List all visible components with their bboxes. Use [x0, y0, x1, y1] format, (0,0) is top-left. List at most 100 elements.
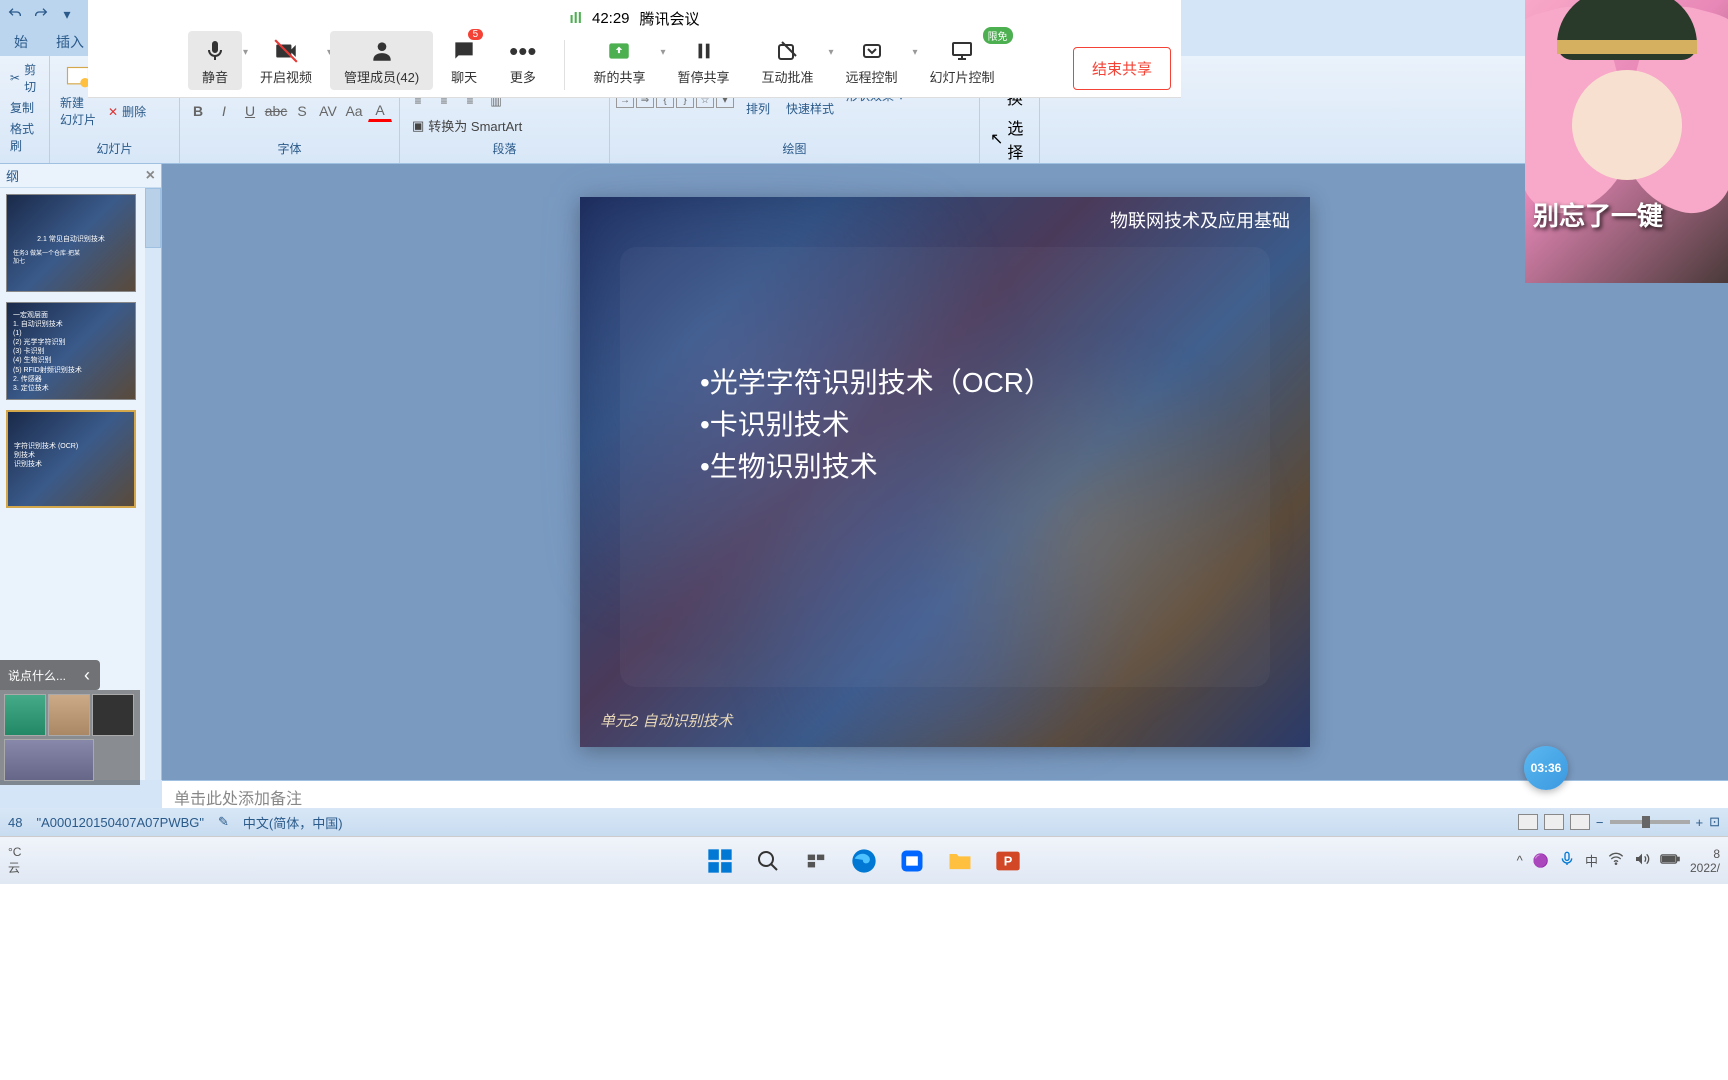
cut-button[interactable]: ✂剪切	[6, 60, 43, 96]
remote-control-button[interactable]: 远程控制 ▾	[832, 31, 912, 90]
microphone-tray-icon[interactable]	[1559, 851, 1575, 870]
volume-icon[interactable]	[1634, 851, 1650, 870]
delete-button[interactable]: ✕删除	[104, 102, 150, 121]
bottom-background	[0, 884, 1728, 1080]
chevron-left-icon: ‹	[84, 665, 90, 686]
wifi-icon[interactable]	[1608, 851, 1624, 870]
members-button[interactable]: 管理成员(42)	[330, 31, 433, 90]
zoom-out-button[interactable]: −	[1596, 815, 1604, 830]
participant-video[interactable]	[48, 694, 90, 736]
more-button[interactable]: ••• 更多	[495, 31, 550, 90]
search-button[interactable]	[748, 841, 788, 881]
members-icon	[369, 35, 395, 67]
chat-input-collapsed[interactable]: 说点什么... ‹	[0, 660, 100, 690]
fit-button[interactable]: ⊡	[1709, 814, 1720, 830]
smartart-button[interactable]: ▣转换为 SmartArt	[406, 114, 528, 137]
quick-access-toolbar: ▾	[0, 0, 88, 28]
start-button[interactable]	[700, 841, 740, 881]
delete-icon: ✕	[108, 105, 118, 119]
slide-thumbnail[interactable]: 2.1 常见自动识别技术 任务3 做某一个仓库·把某 加七	[6, 194, 136, 292]
mute-button[interactable]: 静音 ▾	[188, 31, 242, 90]
status-bar: 48 "A000120150407A07PWBG" ✎ 中文(简体，中国) − …	[0, 808, 1728, 836]
normal-view-button[interactable]	[1518, 814, 1538, 830]
undo-button[interactable]	[4, 3, 26, 25]
scrollbar-handle[interactable]	[145, 188, 161, 248]
chat-badge: 5	[468, 29, 484, 40]
remote-icon	[860, 35, 884, 67]
signal-icon: ıll	[569, 10, 582, 27]
participant-video[interactable]	[92, 694, 134, 736]
select-button[interactable]: ↖选择	[986, 114, 1033, 164]
strikethrough-button[interactable]: abc	[264, 100, 288, 122]
redo-button[interactable]	[30, 3, 52, 25]
free-badge: 限免	[983, 27, 1013, 44]
slideshow-control-button[interactable]: 幻灯片控制 限免	[916, 31, 1009, 90]
edge-button[interactable]	[844, 841, 884, 881]
divider	[564, 40, 565, 90]
tray-chevron-icon[interactable]: ^	[1517, 853, 1523, 868]
tray-app-icon[interactable]: 🟣	[1533, 853, 1549, 869]
file-explorer-button[interactable]	[940, 841, 980, 881]
battery-icon[interactable]	[1660, 853, 1680, 868]
powerpoint-button[interactable]: P	[988, 841, 1028, 881]
approve-button[interactable]: 互动批准 ▾	[748, 31, 828, 90]
sorter-view-button[interactable]	[1544, 814, 1564, 830]
shadow-button[interactable]: S	[290, 100, 314, 122]
zoom-slider[interactable]	[1610, 820, 1690, 824]
tab-start[interactable]: 始	[0, 28, 42, 56]
approve-icon	[776, 35, 800, 67]
language-indicator[interactable]: 中文(简体，中国)	[243, 813, 343, 832]
taskbar-date: 2022/	[1690, 861, 1720, 875]
windows-taskbar: °C 云 P ^ 🟣 中 8 2022/	[0, 836, 1728, 884]
task-view-button[interactable]	[796, 841, 836, 881]
slideshow-view-button[interactable]	[1570, 814, 1590, 830]
chat-button[interactable]: 聊天 5	[437, 31, 491, 90]
copy-button[interactable]: 复制	[6, 98, 43, 117]
pause-share-button[interactable]: 暂停共享	[664, 31, 744, 90]
slide-header-text: 物联网技术及应用基础	[1110, 207, 1290, 233]
video-overlay-sticker: 别忘了一键	[1525, 0, 1728, 283]
slide-thumbnail[interactable]: 字符识别技术 (OCR) 别技术 识别技术	[6, 410, 136, 508]
meeting-status: ıll 42:29 腾讯会议	[569, 8, 699, 29]
spell-check-icon[interactable]: ✎	[218, 814, 229, 830]
theme-name: "A000120150407A07PWBG"	[36, 815, 204, 830]
meeting-timer: 42:29	[592, 10, 630, 27]
current-slide[interactable]: 物联网技术及应用基础 •光学字符识别技术（OCR） •卡识别技术 •生物识别技术…	[580, 197, 1310, 747]
participant-video[interactable]	[4, 739, 94, 781]
outline-title: 纲	[6, 166, 19, 185]
participant-video[interactable]	[4, 694, 46, 736]
more-icon: •••	[509, 35, 536, 67]
qat-dropdown[interactable]: ▾	[56, 3, 78, 25]
underline-button[interactable]: U	[238, 100, 262, 122]
slide-bullets: •光学字符识别技术（OCR） •卡识别技术 •生物识别技术	[700, 362, 1052, 488]
tencent-meeting-button[interactable]	[892, 841, 932, 881]
overlay-caption: 别忘了一键	[1533, 196, 1728, 233]
change-case-button[interactable]: Aa	[342, 100, 366, 122]
taskbar-time: 8	[1713, 847, 1720, 861]
floating-timer[interactable]: 03:36	[1524, 746, 1568, 790]
bold-button[interactable]: B	[186, 100, 210, 122]
svg-text:P: P	[1004, 853, 1013, 868]
video-button[interactable]: 开启视频 ▾	[246, 31, 326, 90]
slide-thumbnail[interactable]: 一宏观层面 1. 自动识别技术 (1) (2) 光学字符识别 (3) 卡识别 (…	[6, 302, 136, 400]
zoom-in-button[interactable]: +	[1696, 815, 1704, 830]
paragraph-group-label: 段落	[406, 138, 603, 159]
slide-editor-area: 物联网技术及应用基础 •光学字符识别技术（OCR） •卡识别技术 •生物识别技术…	[162, 164, 1728, 780]
notes-pane[interactable]: 单击此处添加备注	[162, 780, 1728, 808]
tencent-meeting-toolbar: ıll 42:29 腾讯会议 静音 ▾ 开启视频 ▾ 管理成员(42) 聊天 5…	[88, 0, 1181, 98]
ime-indicator[interactable]: 中	[1585, 851, 1598, 870]
slides-group-label: 幻灯片	[56, 138, 173, 159]
meeting-app-name: 腾讯会议	[640, 8, 700, 29]
close-outline-button[interactable]: ×	[146, 167, 155, 185]
new-share-button[interactable]: 新的共享 ▾	[579, 31, 659, 90]
slide-number: 48	[8, 815, 22, 830]
italic-button[interactable]: I	[212, 100, 236, 122]
font-color-button[interactable]: A	[368, 100, 392, 122]
smartart-icon: ▣	[412, 118, 424, 134]
share-screen-icon	[606, 35, 632, 67]
char-spacing-button[interactable]: AV	[316, 100, 340, 122]
end-share-button[interactable]: 结束共享	[1073, 47, 1171, 90]
format-painter-button[interactable]: 格式刷	[6, 119, 43, 155]
weather-widget[interactable]: °C 云	[8, 845, 21, 876]
thumbnail-scrollbar[interactable]	[145, 188, 161, 780]
